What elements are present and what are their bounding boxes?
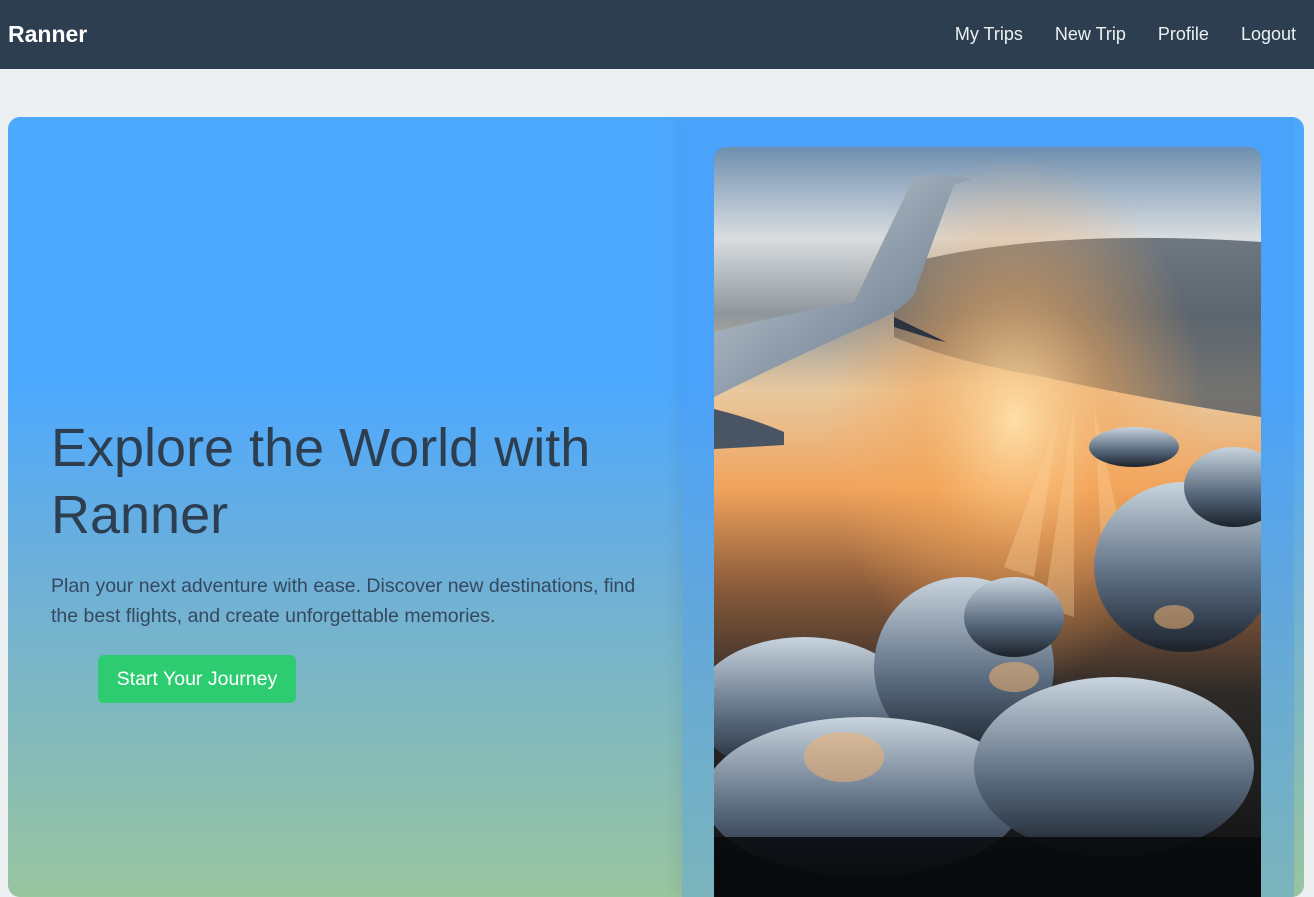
hero-section: Explore the World with Ranner Plan your … bbox=[8, 117, 1304, 897]
nav-link-new-trip[interactable]: New Trip bbox=[1055, 24, 1126, 45]
hero-text-panel: Explore the World with Ranner Plan your … bbox=[8, 117, 682, 897]
hero-image-panel bbox=[682, 117, 1294, 897]
hero-subtitle: Plan your next adventure with ease. Disc… bbox=[51, 575, 636, 627]
nav-link-my-trips[interactable]: My Trips bbox=[955, 24, 1023, 45]
nav-link-profile[interactable]: Profile bbox=[1158, 24, 1209, 45]
nav-links: My Trips New Trip Profile Logout bbox=[923, 0, 1296, 69]
nav-link-logout[interactable]: Logout bbox=[1241, 24, 1296, 45]
start-journey-button[interactable]: Start Your Journey bbox=[98, 655, 296, 703]
airplane-wing-sunset-image bbox=[714, 147, 1261, 897]
top-navbar: Ranner My Trips New Trip Profile Logout bbox=[0, 0, 1314, 69]
brand-logo[interactable]: Ranner bbox=[8, 21, 87, 48]
hero-title: Explore the World with Ranner bbox=[51, 418, 591, 545]
